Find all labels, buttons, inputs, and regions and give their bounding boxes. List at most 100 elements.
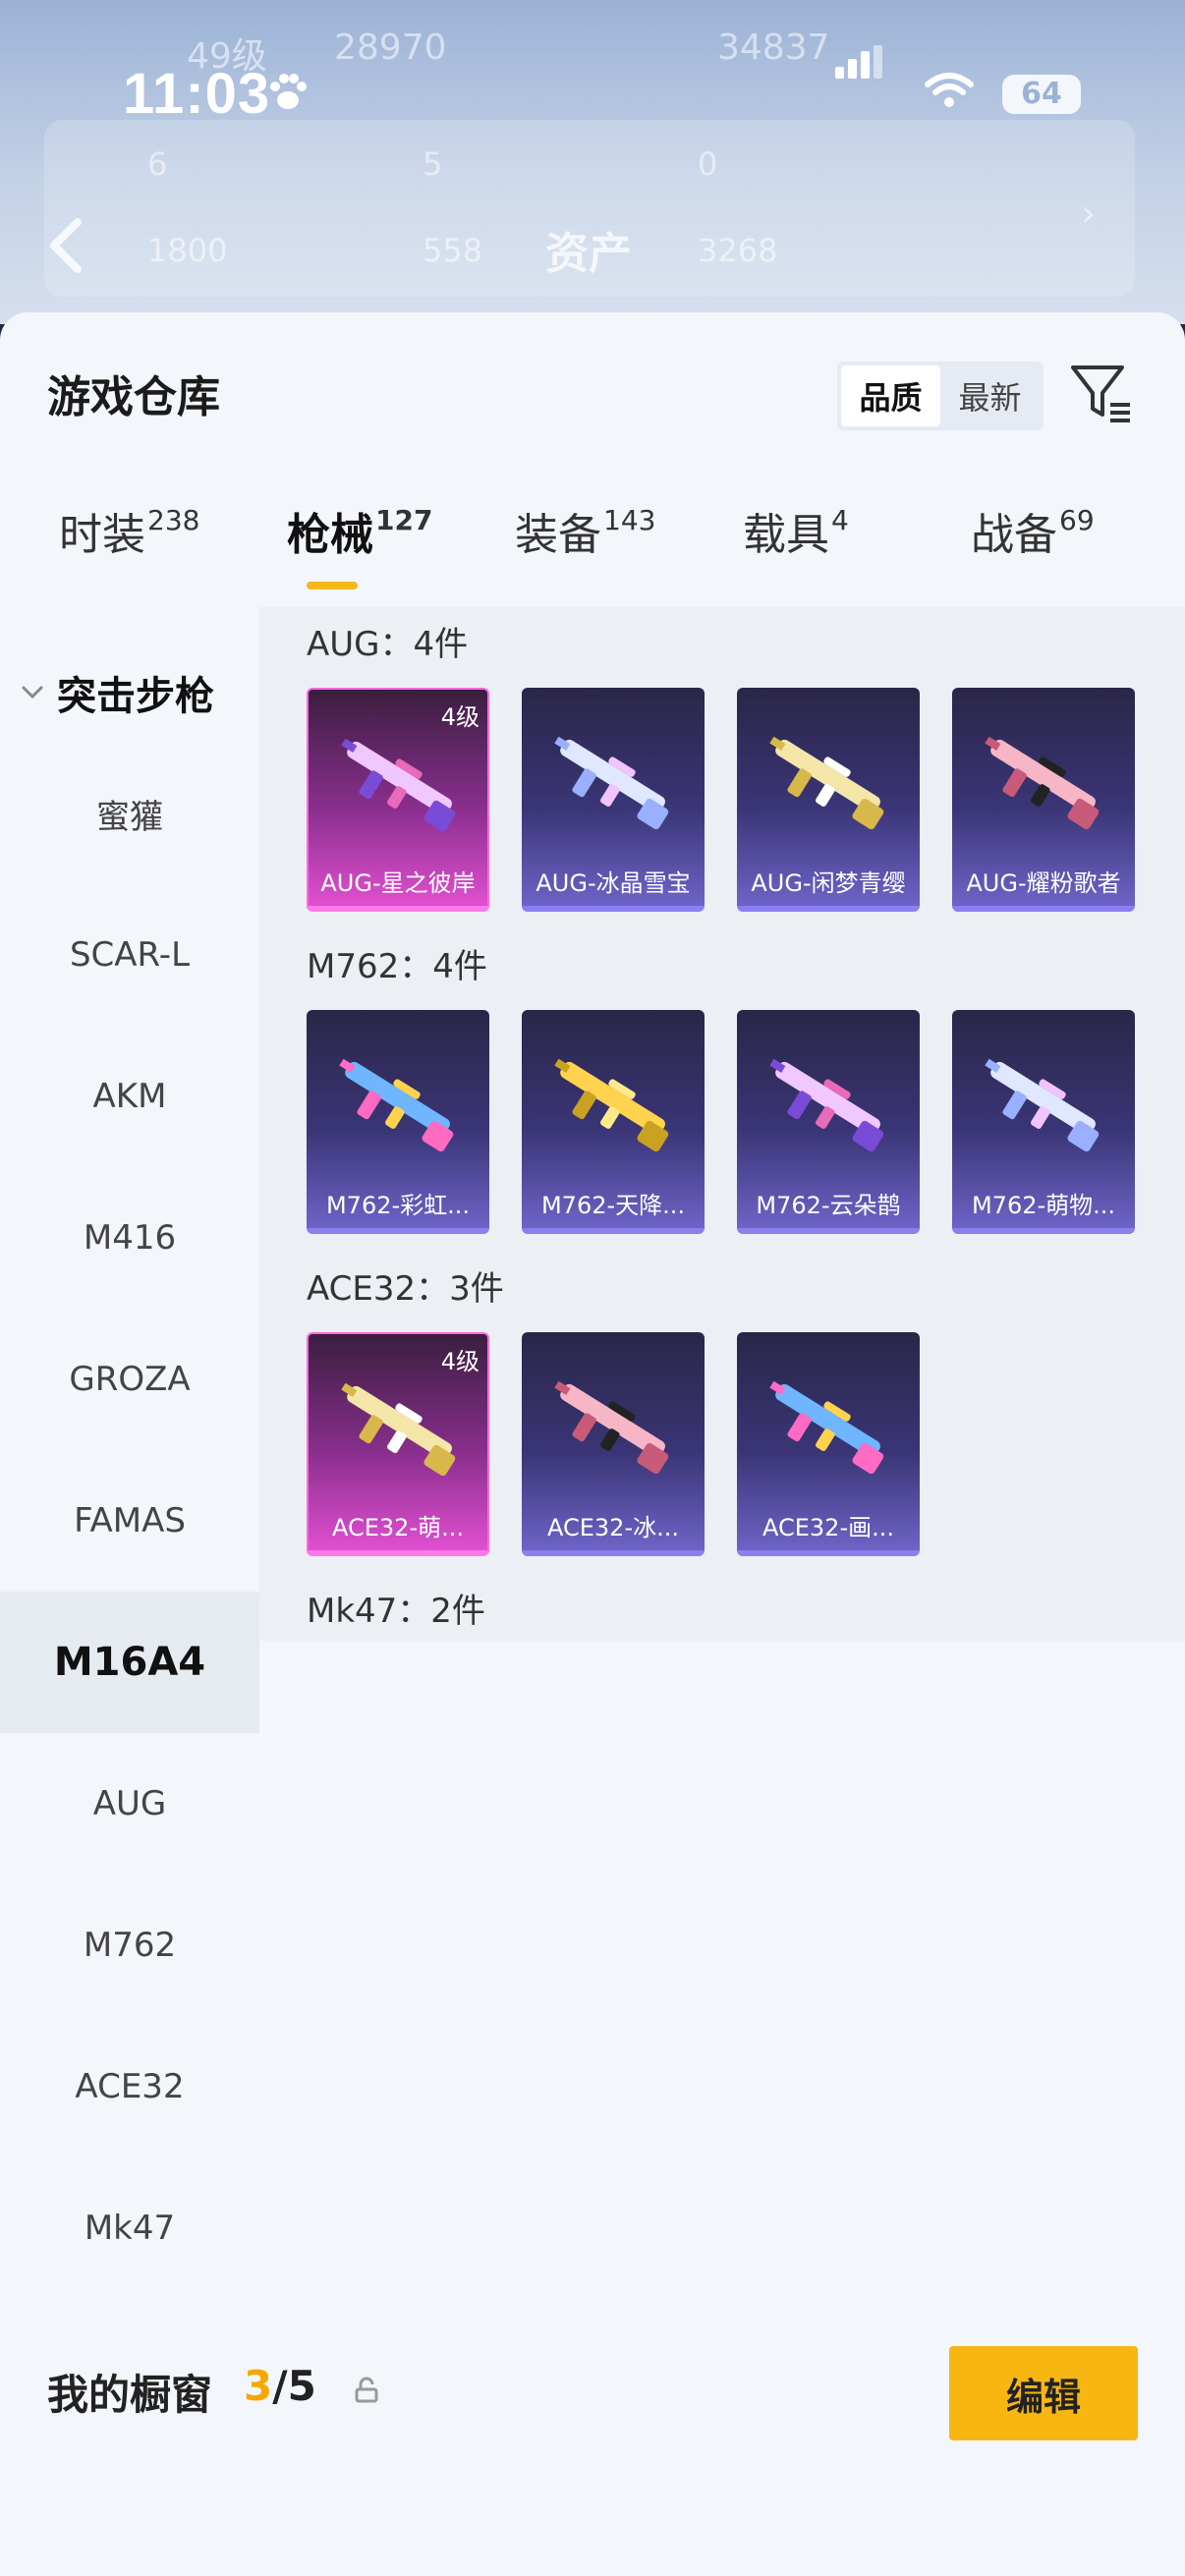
tab-firearms[interactable]: 枪械127 [287, 499, 432, 562]
skin-level-badge: 4级 [440, 1348, 480, 1375]
warehouse-sheet: 游戏仓库 品质 最新 时装238 枪械127 装备143 载具4 战备69 突击… [0, 312, 1185, 2576]
stat-value: 3268 [698, 232, 778, 269]
sidebar-item[interactable]: ACE32 [0, 2016, 259, 2157]
weapon-group-label: ACE32：3件 [307, 1269, 504, 1309]
sidebar-item[interactable]: M762 [0, 1875, 259, 2016]
warehouse-title: 游戏仓库 [47, 372, 220, 422]
weapon-skin-icon [341, 738, 456, 832]
skin-level-badge: 4级 [440, 703, 480, 731]
page-title: 资产 [545, 229, 632, 279]
weapon-skin-card[interactable]: AUG-闲梦青缨 [737, 688, 920, 912]
skin-name: ACE32-画... [762, 1514, 894, 1541]
weapon-skin-card[interactable]: M762-天降... [522, 1010, 705, 1234]
sidebar-item[interactable]: SCAR-L [0, 884, 259, 1026]
tab-supplies[interactable]: 战备69 [971, 499, 1095, 562]
edit-button[interactable]: 编辑 [949, 2346, 1138, 2440]
tab-count: 238 [147, 504, 200, 536]
sort-quality-option[interactable]: 品质 [841, 365, 940, 426]
stat-value: 1800 [147, 232, 228, 269]
weapon-group-label: AUG：4件 [307, 625, 469, 664]
skin-name: AUG-耀粉歌者 [966, 869, 1121, 897]
back-icon[interactable] [44, 216, 89, 275]
skin-name: M762-萌物... [971, 1192, 1116, 1219]
filter-icon[interactable] [1069, 362, 1134, 426]
tab-fashion[interactable]: 时装238 [59, 499, 199, 562]
category-tabs: 时装238 枪械127 装备143 载具4 战备69 [0, 499, 1185, 597]
category-label: 突击步枪 [57, 674, 214, 719]
chevron-down-icon [22, 686, 43, 700]
tab-count: 127 [375, 504, 433, 536]
stat-value: 558 [423, 232, 483, 269]
showcase-label: 我的橱窗 [47, 2371, 213, 2419]
skin-name: AUG-闲梦青缨 [751, 869, 906, 897]
weapon-grid: AUG：4件 4级 AUG-星之彼岸 AUG-冰晶雪宝 AUG-闲梦青缨 AUG-耀粉歌者… [259, 607, 1185, 1641]
weapon-skin-icon [554, 1380, 669, 1475]
skin-name: ACE32-萌... [331, 1514, 464, 1541]
score-text: 34837 [717, 28, 830, 68]
tab-label: 时装 [59, 510, 145, 560]
weapon-group-label: M762：4件 [307, 947, 487, 986]
tab-label: 装备 [515, 510, 601, 560]
tab-count: 143 [603, 504, 656, 536]
weapon-skin-card[interactable]: 4级 AUG-星之彼岸 [307, 688, 489, 912]
weapon-skin-icon [769, 1380, 884, 1475]
tab-equipment[interactable]: 装备143 [515, 499, 655, 562]
weapon-skin-card[interactable]: M762-彩虹... [307, 1010, 489, 1234]
tab-label: 载具 [743, 510, 829, 560]
paw-icon [270, 74, 307, 109]
skin-name: ACE32-冰... [546, 1514, 679, 1541]
skin-name: AUG-星之彼岸 [320, 869, 476, 897]
skin-name: M762-彩虹... [325, 1192, 471, 1219]
weapon-group-label: Mk47：2件 [307, 1592, 485, 1631]
tab-label: 战备 [971, 510, 1057, 560]
sidebar-item[interactable]: 蜜獾 [0, 743, 259, 884]
sort-toggle: 品质 最新 [837, 362, 1044, 430]
tab-label: 枪械 [287, 510, 373, 560]
chevron-right-icon[interactable]: › [1081, 192, 1096, 235]
weapon-skin-card[interactable]: AUG-耀粉歌者 [952, 688, 1135, 912]
weapon-skin-icon [769, 736, 884, 830]
sidebar-item[interactable]: Mk47 [0, 2157, 259, 2299]
category-header[interactable]: 突击步枪 [18, 664, 214, 721]
weapon-skin-icon [985, 1058, 1100, 1152]
weapon-skin-icon [985, 736, 1100, 830]
showcase-panel: 我的橱窗 3/5 编辑 [0, 2311, 1185, 2576]
active-tab-indicator [307, 582, 358, 589]
points-text: 28970 [334, 28, 447, 68]
weapon-skin-icon [339, 1058, 454, 1152]
skin-name: M762-天降... [540, 1192, 686, 1219]
stat-value: 0 [698, 145, 718, 183]
sidebar-item[interactable]: AUG [0, 1733, 259, 1875]
tab-vehicles[interactable]: 载具4 [743, 499, 849, 562]
showcase-count: 3/5 [244, 2362, 316, 2410]
weapon-skin-card[interactable]: ACE32-画... [737, 1332, 920, 1556]
sidebar-item[interactable]: AKM [0, 1026, 259, 1167]
weapon-skin-card[interactable]: AUG-冰晶雪宝 [522, 688, 705, 912]
battery-icon: 64 [1002, 75, 1081, 114]
tab-count: 4 [831, 504, 849, 536]
weapon-type-sidebar: 突击步枪 蜜獾 SCAR-L AKM M416 GROZA FAMAS M16A4 AUG M7… [0, 607, 259, 2248]
lock-icon [355, 2377, 378, 2403]
skin-name: M762-云朵鹊 [756, 1192, 901, 1219]
status-time: 11:03 [123, 62, 271, 126]
stat-value: 5 [423, 145, 443, 183]
weapon-skin-card[interactable]: M762-萌物... [952, 1010, 1135, 1234]
top-header: 49级 28970 34837 11:03 64 6 5 0 1800 558 … [0, 0, 1185, 324]
weapon-skin-icon [554, 1058, 669, 1152]
weapon-skin-card[interactable]: 4级 ACE32-萌... [307, 1332, 489, 1556]
stat-value: 6 [147, 145, 168, 183]
sidebar-item[interactable]: GROZA [0, 1309, 259, 1450]
skin-name: AUG-冰晶雪宝 [536, 869, 691, 897]
sidebar-item[interactable]: M416 [0, 1167, 259, 1309]
weapon-skin-card[interactable]: ACE32-冰... [522, 1332, 705, 1556]
weapon-skin-icon [341, 1382, 456, 1477]
weapon-skin-icon [769, 1058, 884, 1152]
sort-latest-option[interactable]: 最新 [940, 365, 1040, 426]
showcase-current: 3 [244, 2362, 273, 2410]
weapon-skin-icon [554, 736, 669, 830]
sidebar-item[interactable]: M16A4 [0, 1592, 259, 1733]
tab-count: 69 [1059, 504, 1095, 536]
weapon-skin-card[interactable]: M762-云朵鹊 [737, 1010, 920, 1234]
wifi-icon [925, 73, 974, 107]
sidebar-item[interactable]: FAMAS [0, 1450, 259, 1592]
